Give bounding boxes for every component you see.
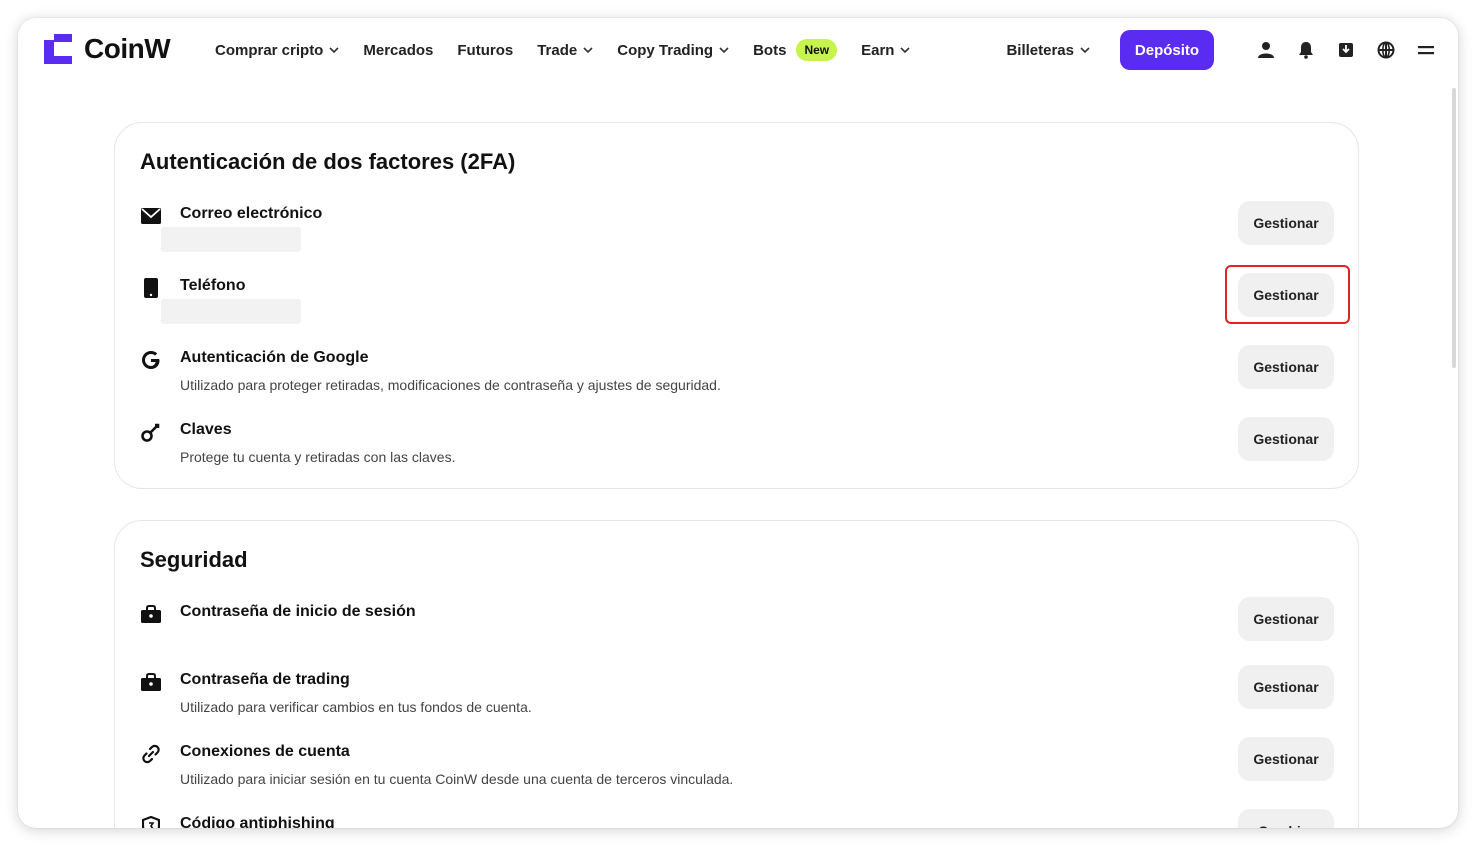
user-icon[interactable] [1256,40,1276,60]
nav-item-earn[interactable]: Earn [861,42,911,59]
list-item-google-auth: Autenticación de Google Utilizado para p… [115,345,1358,409]
list-item-passkeys: Claves Protege tu cuenta y retiradas con… [115,417,1358,481]
manage-google-auth-button[interactable]: Gestionar [1238,345,1334,389]
new-badge: New [796,39,838,61]
list-item-account-connections: Conexiones de cuenta Utilizado para inic… [115,737,1358,803]
nav-item-mercados[interactable]: Mercados [363,42,433,59]
masked-value [161,227,301,252]
row-title: Teléfono [180,277,246,294]
row-description: Utilizado para iniciar sesión en tu cuen… [180,771,734,787]
list-item-login-password: Contraseña de inicio de sesión Gestionar [115,597,1358,663]
chevron-down-icon [719,47,729,54]
list-item-antiphishing: Código antiphishing Cambiar [115,809,1358,828]
change-antiphishing-button[interactable]: Cambiar [1238,809,1334,828]
manage-login-password-button[interactable]: Gestionar [1238,597,1334,641]
chevron-down-icon [583,47,593,54]
google-icon [140,349,162,371]
nav-item-copy-trading[interactable]: Copy Trading [617,42,729,59]
coinw-logo-icon [44,34,72,64]
scrollbar[interactable] [1452,88,1456,368]
row-title: Contraseña de trading [180,671,350,688]
manage-email-button[interactable]: Gestionar [1238,201,1334,245]
download-icon[interactable] [1336,40,1356,60]
row-description: Utilizado para verificar cambios en tus … [180,699,532,715]
menu-icon[interactable] [1416,40,1436,60]
top-nav: CoinW Comprar cripto Mercados Futuros Tr… [18,18,1458,82]
shield-icon [140,815,162,828]
row-title: Código antiphishing [180,815,335,828]
link-icon [140,743,162,765]
row-title: Claves [180,421,232,438]
row-title: Autenticación de Google [180,349,369,366]
right-nav: Billeteras Depósito [1006,18,1436,82]
row-description: Utilizado para proteger retiradas, modif… [180,377,721,393]
nav-item-futuros[interactable]: Futuros [457,42,513,59]
key-icon [140,421,162,443]
nav-item-trade[interactable]: Trade [537,42,593,59]
browser-window: CoinW Comprar cripto Mercados Futuros Tr… [18,18,1458,828]
manage-account-connections-button[interactable]: Gestionar [1238,737,1334,781]
row-title: Contraseña de inicio de sesión [180,603,416,620]
chevron-down-icon [900,47,911,54]
row-title: Correo electrónico [180,205,323,222]
list-item-email: Correo electrónico Gestionar [115,201,1358,265]
brand-name: CoinW [84,33,171,64]
chevron-down-icon [1080,47,1090,54]
lock-briefcase-icon [140,603,162,625]
manage-phone-button[interactable]: Gestionar [1238,273,1334,317]
wallets-menu[interactable]: Billeteras [1006,42,1090,59]
nav-item-comprar-cripto[interactable]: Comprar cripto [215,42,339,59]
phone-icon [140,277,162,299]
bell-icon[interactable] [1296,40,1316,60]
chevron-down-icon [329,47,339,54]
masked-value [161,299,301,324]
row-description: Protege tu cuenta y retiradas con las cl… [180,449,456,465]
nav-item-bots[interactable]: Bots New [753,39,838,61]
main-menu: Comprar cripto Mercados Futuros Trade Co… [215,18,934,82]
globe-icon[interactable] [1376,40,1396,60]
manage-trading-password-button[interactable]: Gestionar [1238,665,1334,709]
brand-logo[interactable]: CoinW [42,32,171,66]
manage-passkeys-button[interactable]: Gestionar [1238,417,1334,461]
security-title: Seguridad [140,547,248,572]
deposit-button[interactable]: Depósito [1120,30,1214,70]
row-title: Conexiones de cuenta [180,743,350,760]
lock-briefcase-icon [140,671,162,693]
list-item-trading-password: Contraseña de trading Utilizado para ver… [115,665,1358,731]
list-item-phone: Teléfono Gestionar [115,273,1358,337]
mail-icon [140,205,162,227]
security-card: Seguridad Contraseña de inicio de sesión… [114,520,1359,828]
twofa-card: Autenticación de dos factores (2FA) Corr… [114,122,1359,489]
twofa-title: Autenticación de dos factores (2FA) [140,149,516,174]
